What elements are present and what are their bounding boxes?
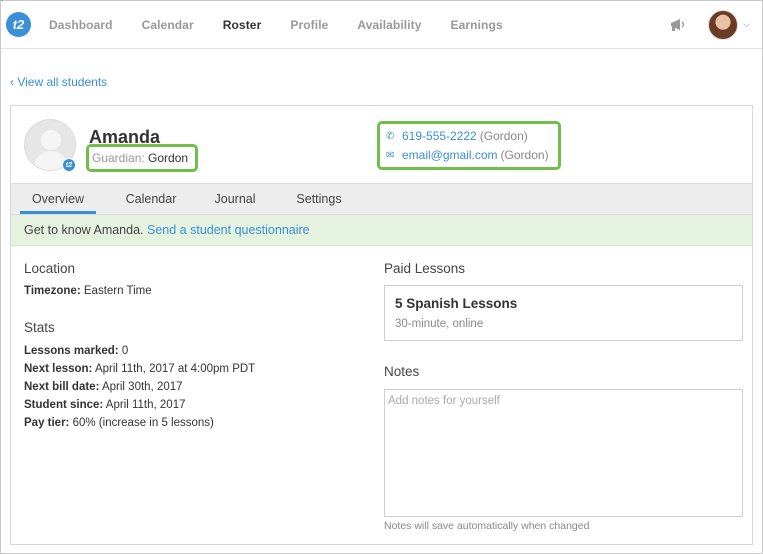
- stat-label: Student since:: [24, 399, 104, 411]
- paid-lesson-card: 5 Spanish Lessons 30-minute, online: [384, 285, 743, 341]
- contact-highlight: ✆ 619-555-2222 (Gordon) ✉ email@gmail.co…: [377, 121, 561, 170]
- brand-badge-icon: t2: [62, 158, 76, 172]
- lesson-detail: 30-minute, online: [395, 318, 484, 330]
- notes-hint: Notes will save automatically when chang…: [384, 520, 590, 532]
- email-row: ✉ email@gmail.com (Gordon): [386, 148, 549, 162]
- nav-calendar[interactable]: Calendar: [142, 18, 194, 32]
- stat-row: Pay tier: 60% (increase in 5 lessons): [24, 417, 214, 429]
- tab-calendar[interactable]: Calendar: [111, 184, 191, 214]
- timezone-label: Timezone:: [24, 285, 81, 297]
- questionnaire-banner: Get to know Amanda. Send a student quest…: [11, 215, 752, 246]
- stat-value: April 11th, 2017 at 4:00pm PDT: [94, 363, 256, 375]
- lesson-title: 5 Spanish Lessons: [395, 296, 518, 311]
- guardian-name: Gordon: [148, 151, 189, 165]
- location-title: Location: [24, 261, 76, 276]
- student-card: t2 Amanda Guardian: Gordon ✆ 619-555-222…: [10, 105, 753, 545]
- stat-value: April 11th, 2017: [105, 399, 186, 411]
- email-link[interactable]: email@gmail.com: [402, 148, 498, 162]
- banner-text: Get to know Amanda.: [24, 223, 144, 237]
- phone-icon: ✆: [386, 130, 395, 142]
- view-all-students-link[interactable]: ‹ View all students: [10, 75, 107, 89]
- guardian-label: Guardian:: [92, 151, 145, 165]
- phone-link[interactable]: 619-555-2222: [402, 129, 477, 143]
- stat-value: 60% (increase in 5 lessons): [72, 417, 214, 429]
- timezone-value: Eastern Time: [83, 285, 152, 297]
- stat-row: Lessons marked: 0: [24, 345, 128, 357]
- timezone-row: Timezone: Eastern Time: [24, 285, 152, 297]
- stat-row: Next lesson: April 11th, 2017 at 4:00pm …: [24, 363, 255, 375]
- stat-label: Lessons marked:: [24, 345, 119, 357]
- questionnaire-link[interactable]: Send a student questionnaire: [147, 223, 310, 237]
- envelope-icon: ✉: [386, 149, 395, 161]
- guardian-highlight: Guardian: Gordon: [86, 144, 198, 172]
- stat-label: Next bill date:: [24, 381, 100, 393]
- tab-settings[interactable]: Settings: [283, 184, 355, 214]
- stat-label: Next lesson:: [24, 363, 93, 375]
- student-header: t2 Amanda Guardian: Gordon ✆ 619-555-222…: [11, 106, 752, 183]
- phone-owner: (Gordon): [479, 129, 528, 143]
- chevron-down-icon[interactable]: ⌵: [743, 19, 750, 30]
- logo-icon[interactable]: t2: [6, 12, 31, 37]
- nav-dashboard[interactable]: Dashboard: [49, 18, 113, 32]
- notes-title: Notes: [384, 364, 420, 379]
- tab-overview[interactable]: Overview: [20, 184, 96, 214]
- stat-value: 0: [121, 345, 129, 357]
- stats-title: Stats: [24, 320, 55, 335]
- nav-roster[interactable]: Roster: [223, 18, 262, 32]
- notes-textarea[interactable]: [384, 389, 743, 517]
- megaphone-icon[interactable]: [669, 16, 687, 34]
- tab-journal[interactable]: Journal: [200, 184, 270, 214]
- stat-value: April 30th, 2017: [101, 381, 183, 393]
- nav-items: Dashboard Calendar Roster Profile Availa…: [49, 1, 532, 49]
- stat-row: Next bill date: April 30th, 2017: [24, 381, 183, 393]
- paid-lessons-title: Paid Lessons: [384, 261, 466, 276]
- top-navigation: t2 Dashboard Calendar Roster Profile Ava…: [1, 1, 762, 49]
- nav-profile[interactable]: Profile: [290, 18, 328, 32]
- avatar-head-shape: [41, 130, 61, 150]
- email-owner: (Gordon): [500, 148, 549, 162]
- stat-row: Student since: April 11th, 2017: [24, 399, 186, 411]
- phone-row: ✆ 619-555-2222 (Gordon): [386, 129, 528, 143]
- nav-earnings[interactable]: Earnings: [451, 18, 503, 32]
- stat-label: Pay tier:: [24, 417, 70, 429]
- tab-bar: Overview Calendar Journal Settings: [11, 183, 752, 215]
- user-avatar[interactable]: [708, 10, 738, 40]
- nav-availability[interactable]: Availability: [357, 18, 421, 32]
